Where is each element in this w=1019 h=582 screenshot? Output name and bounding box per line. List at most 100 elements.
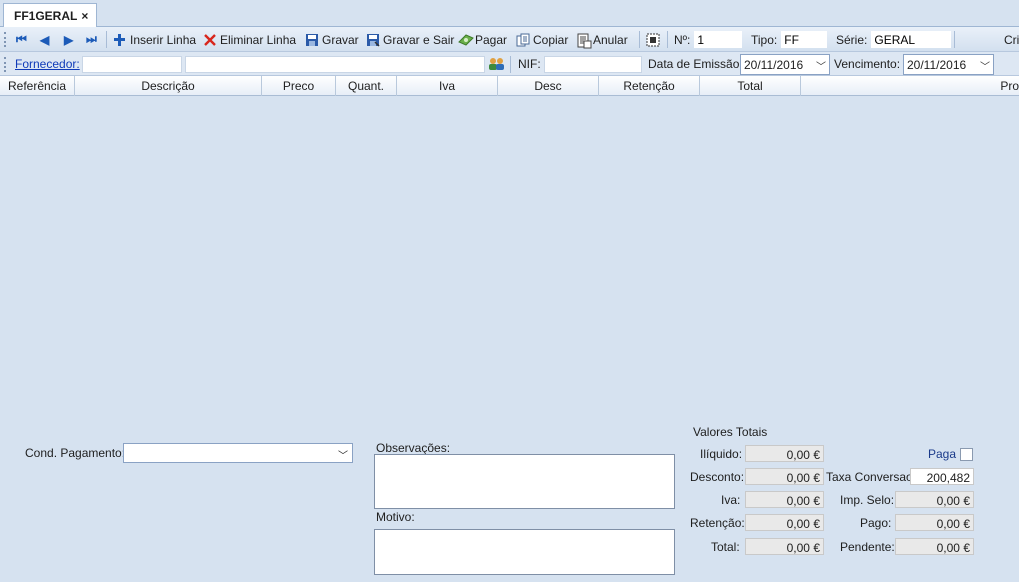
insert-line-label: Inserir Linha [130, 32, 197, 47]
save-label: Gravar [322, 32, 359, 47]
column-header-retencao[interactable]: Retenção [599, 76, 700, 96]
column-header-iva[interactable]: Iva [397, 76, 498, 96]
series-input[interactable] [871, 31, 952, 48]
due-date-value: 20/11/2016 [907, 58, 967, 72]
cancel-document-button[interactable]: Anular [576, 27, 628, 52]
column-header-total[interactable]: Total [700, 76, 801, 96]
totals-title: Valores Totais [693, 425, 768, 439]
column-header-quant[interactable]: Quant. [336, 76, 397, 96]
supplier-search-button[interactable] [488, 52, 506, 76]
number-group: Nº: [674, 27, 743, 52]
copy-label: Copiar [533, 32, 569, 47]
series-label: Série: [836, 32, 868, 47]
stamp-tax-value: 0,00 € [895, 491, 974, 508]
chevron-down-icon[interactable]: ﹀ [816, 58, 826, 73]
delete-line-button[interactable]: Eliminar Linha [203, 27, 296, 52]
tab-label: FF1GERAL [14, 9, 78, 23]
series-group: Série: [836, 27, 952, 52]
lines-grid-header: Referência Descrição Preco Quant. Iva De… [0, 76, 1019, 96]
floppy-exit-icon [366, 33, 380, 47]
delete-line-label: Eliminar Linha [220, 32, 297, 47]
type-label: Tipo: [751, 32, 778, 47]
lines-grid-body[interactable] [0, 96, 1019, 424]
supplier-code-input[interactable] [82, 56, 182, 73]
column-header-descricao[interactable]: Descrição [75, 76, 262, 96]
observations-textarea[interactable] [374, 454, 675, 509]
copy-button[interactable]: Copiar [516, 27, 568, 52]
type-group: Tipo: [751, 27, 828, 52]
copy-icon [516, 33, 530, 47]
issue-date-label: Data de Emissão: [648, 57, 743, 71]
pending-value: 0,00 € [895, 538, 974, 555]
column-header-preco[interactable]: Preco [262, 76, 336, 96]
paid-amount-label: Pago: [860, 516, 892, 530]
insert-line-button[interactable]: Inserir Linha [113, 27, 196, 52]
close-icon[interactable]: × [81, 9, 88, 23]
tab-bar: FF1GERAL × [0, 0, 1019, 27]
plus-icon [113, 33, 127, 47]
paid-amount-value: 0,00 € [895, 514, 974, 531]
toolbar-grip[interactable] [4, 32, 7, 47]
desconto-label: Desconto: [690, 470, 745, 484]
last-record-icon[interactable]: ⏭ [86, 27, 97, 52]
previous-record-icon[interactable]: ◀ [40, 27, 49, 52]
toolbar-separator [106, 31, 107, 48]
due-date-label: Vencimento: [834, 57, 901, 71]
floppy-icon [305, 33, 319, 47]
delete-x-icon [203, 33, 217, 47]
grid-settings-button[interactable] [646, 27, 663, 52]
pay-button[interactable]: Pagar [458, 27, 507, 52]
number-label: Nº: [674, 32, 691, 47]
number-input[interactable] [694, 31, 743, 48]
reason-textarea[interactable] [374, 529, 675, 575]
payment-condition-label: Cond. Pagamento: [25, 446, 126, 460]
stamp-tax-label: Imp. Selo: [840, 493, 895, 507]
total-value: 0,00 € [745, 538, 824, 555]
supplier-name-input[interactable] [185, 56, 485, 73]
nif-input[interactable] [544, 56, 642, 73]
iva-value: 0,00 € [745, 491, 824, 508]
column-header-referencia[interactable]: Referência [0, 76, 75, 96]
observations-label: Observações: [376, 441, 451, 455]
supplier-link[interactable]: Fornecedor: [15, 52, 80, 76]
paid-label: Paga [928, 447, 957, 461]
tab-ff1geral[interactable]: FF1GERAL × [3, 3, 97, 27]
pending-label: Pendente: [840, 540, 895, 554]
cancel-document-label: Anular [593, 32, 628, 47]
payment-condition-select[interactable]: ﹀ [123, 443, 353, 463]
column-header-pro[interactable]: Pro [801, 76, 1019, 96]
pay-label: Pagar [475, 32, 508, 47]
conversion-rate-input[interactable]: 200,482 [910, 468, 974, 485]
iva-label: Iva: [721, 493, 741, 507]
money-icon [458, 33, 474, 47]
document-cancel-icon [576, 33, 592, 48]
conversion-rate-label: Taxa Conversao: [826, 470, 917, 484]
issue-date-picker[interactable]: 20/11/2016 ﹀ [740, 54, 830, 75]
iliquido-label: Ilíquido: [700, 447, 743, 461]
chevron-down-icon[interactable]: ﹀ [338, 447, 348, 462]
type-input[interactable] [781, 31, 828, 48]
header-fields-bar: Fornecedor: NIF: Data de Emissão: 20/11/… [0, 52, 1019, 76]
iliquido-value: 0,00 € [745, 445, 824, 462]
toolbar-grip[interactable] [4, 57, 7, 72]
column-header-desc[interactable]: Desc [498, 76, 599, 96]
total-label: Total: [711, 540, 740, 554]
paid-checkbox[interactable] [960, 448, 973, 461]
retencao-label: Retenção: [690, 516, 745, 530]
chevron-down-icon[interactable]: ﹀ [980, 58, 990, 73]
due-date-picker[interactable]: 20/11/2016 ﹀ [903, 54, 994, 75]
save-exit-label: Gravar e Sair [383, 32, 455, 47]
save-exit-button[interactable]: Gravar e Sair [366, 27, 454, 52]
issue-date-value: 20/11/2016 [744, 58, 804, 72]
reason-label: Motivo: [376, 510, 415, 524]
save-button[interactable]: Gravar [305, 27, 359, 52]
toolbar-separator [667, 31, 668, 48]
toolbar-separator [510, 56, 511, 73]
nif-label: NIF: [518, 57, 541, 71]
next-record-icon[interactable]: ▶ [64, 27, 73, 52]
desconto-value: 0,00 € [745, 468, 824, 485]
create-button-truncated[interactable]: Cri [1004, 27, 1019, 52]
people-search-icon [489, 58, 504, 70]
toolbar-separator [954, 31, 955, 48]
first-record-icon[interactable]: ⏮ [16, 27, 27, 52]
